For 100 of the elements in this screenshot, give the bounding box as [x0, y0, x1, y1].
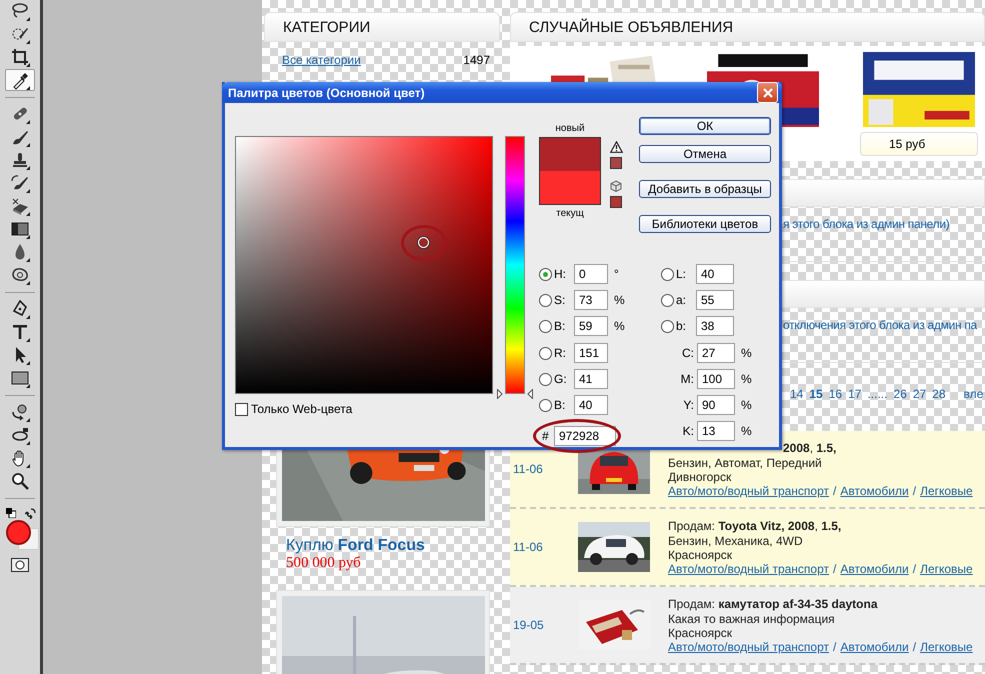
- pen-icon: [10, 299, 30, 319]
- cube-icon: [610, 180, 622, 192]
- input-field[interactable]: 13: [697, 421, 735, 441]
- page-link[interactable]: 14: [790, 387, 804, 401]
- checkbox[interactable]: [235, 402, 248, 416]
- path-separator: /: [833, 640, 836, 654]
- color-swatch[interactable]: [540, 171, 600, 204]
- foreground-color-swatch[interactable]: [6, 520, 31, 545]
- radio-button[interactable]: [539, 346, 552, 360]
- radio-button[interactable]: [661, 320, 674, 332]
- swap-colors-icon[interactable]: [25, 508, 36, 519]
- picker-marker[interactable]: [418, 236, 429, 248]
- input-field[interactable]: 0: [574, 264, 608, 284]
- input-field[interactable]: 90: [697, 395, 735, 415]
- magnifier-icon: [10, 471, 30, 491]
- hue-slider-thumb[interactable]: [497, 389, 533, 399]
- category-link[interactable]: Авто/мото/водный транспорт: [668, 484, 830, 498]
- window-title: Палитра цветов (Основной цвет): [228, 86, 425, 100]
- hand-icon: [10, 448, 30, 468]
- ad-title[interactable]: Куплю Ford Focus: [286, 537, 500, 555]
- category-link[interactable]: Авто/мото/водный транспорт: [668, 640, 830, 654]
- page-link[interactable]: 28: [932, 387, 946, 401]
- price-tag: 15 руб: [860, 132, 978, 156]
- dialog-button[interactable]: Библиотеки цветов: [639, 215, 771, 233]
- listing-date: 19-05: [512, 618, 545, 632]
- quick-mask-icon[interactable]: [11, 558, 29, 572]
- listing-title[interactable]: Продам: камутатор af-34-35 daytona: [668, 596, 973, 610]
- path-separator: /: [912, 640, 916, 654]
- input-field[interactable]: 151: [574, 343, 608, 363]
- input-field[interactable]: 40: [696, 264, 734, 284]
- gamut-swatch-icon[interactable]: [610, 157, 622, 169]
- category-link[interactable]: Все категории: [282, 52, 361, 66]
- web-swatch-icon[interactable]: [610, 196, 622, 208]
- category-link[interactable]: Автомобили: [840, 484, 909, 498]
- default-colors-icon[interactable]: [6, 508, 16, 518]
- hex-input-field[interactable]: 972928: [554, 426, 616, 446]
- field-label: H:: [554, 267, 567, 281]
- input-field[interactable]: 38: [696, 316, 734, 336]
- page-link[interactable]: 27: [912, 387, 926, 401]
- page-link[interactable]: 15: [809, 387, 823, 401]
- radio-button[interactable]: [539, 294, 552, 306]
- category-link[interactable]: Легковые: [920, 484, 973, 498]
- stamp-icon: [10, 150, 30, 170]
- field-label: L:: [676, 267, 688, 281]
- brush-arrow-icon: [10, 173, 30, 193]
- crop-icon: [10, 47, 30, 67]
- field-label: R:: [554, 346, 567, 360]
- input-field[interactable]: 73: [574, 290, 608, 310]
- close-button[interactable]: [757, 82, 778, 103]
- radio-button[interactable]: [661, 294, 674, 306]
- listing-date: 11-06: [512, 540, 544, 554]
- category-link[interactable]: Легковые: [920, 640, 973, 654]
- input-field[interactable]: 41: [574, 369, 608, 389]
- color-swatch[interactable]: [540, 138, 600, 171]
- category-link[interactable]: Автомобили: [840, 562, 909, 576]
- swatch-label: текущ: [556, 208, 584, 219]
- listing-title[interactable]: Продам: Toyota Vitz, 2008, 1.5,: [668, 518, 973, 532]
- input-field[interactable]: 55: [696, 290, 734, 310]
- listing-row[interactable]: 11-06 Продам: Toyota Vitz, 2008, 1.5, Бензин, Механика, 4WD Красноярск Авто/мото/водный транспорт / Автомобили / Легковые: [510, 509, 985, 587]
- checkbox-label: Только Web-цвета: [251, 402, 352, 416]
- dialog-button[interactable]: Добавить в образцы: [639, 180, 771, 198]
- listing-detail: Бензин, Механика, 4WD: [668, 534, 804, 548]
- input-field[interactable]: 27: [697, 343, 735, 363]
- radio-button[interactable]: [539, 398, 552, 412]
- radio-button[interactable]: [661, 268, 674, 280]
- unit-label: %: [741, 346, 752, 360]
- dialog-button[interactable]: ОК: [639, 117, 771, 135]
- panel-title: СЛУЧАЙНЫЕ ОБЪЯВЛЕНИЯ: [529, 18, 734, 36]
- input-field[interactable]: 100: [697, 369, 735, 389]
- path-separator: /: [833, 562, 836, 576]
- field-label: G:: [554, 372, 568, 386]
- page-link[interactable]: ......: [867, 387, 888, 401]
- swatch-label: новый: [555, 123, 585, 134]
- field-label: b:: [676, 319, 688, 333]
- input-field[interactable]: 40: [574, 395, 608, 415]
- next-page-link[interactable]: вле: [964, 387, 984, 401]
- radio-button[interactable]: [539, 320, 552, 332]
- eraser-icon: [10, 196, 30, 216]
- field-label: B:: [554, 398, 566, 412]
- unit-label: °: [614, 267, 619, 281]
- path-separator: /: [833, 484, 836, 498]
- field-label: S:: [554, 293, 566, 307]
- page-link[interactable]: 17: [848, 387, 862, 401]
- tool-button[interactable]: [5, 69, 35, 91]
- page-link[interactable]: 26: [893, 387, 907, 401]
- category-link[interactable]: Автомобили: [840, 640, 909, 654]
- path-separator: /: [912, 562, 916, 576]
- field-label: C:: [681, 346, 694, 360]
- page-link[interactable]: 16: [828, 387, 842, 401]
- category-link[interactable]: Легковые: [920, 562, 973, 576]
- field-label: a:: [676, 293, 688, 307]
- dialog-button[interactable]: Отмена: [639, 145, 771, 163]
- listing-row[interactable]: 19-05 Продам: камутатор af-34-35 daytona Какая то важная информация Красноярск Авто/мото/водный транспорт / Автомобили / Легковые: [510, 587, 985, 665]
- radio-button[interactable]: [539, 268, 552, 280]
- category-link[interactable]: Авто/мото/водный транспорт: [668, 562, 830, 576]
- listing-detail: Какая то важная информация: [668, 612, 836, 626]
- radio-button[interactable]: [539, 372, 552, 386]
- block-note: отключения этого блока из админ па: [783, 318, 978, 332]
- input-field[interactable]: 59: [574, 316, 608, 336]
- color-field[interactable]: [235, 136, 493, 394]
